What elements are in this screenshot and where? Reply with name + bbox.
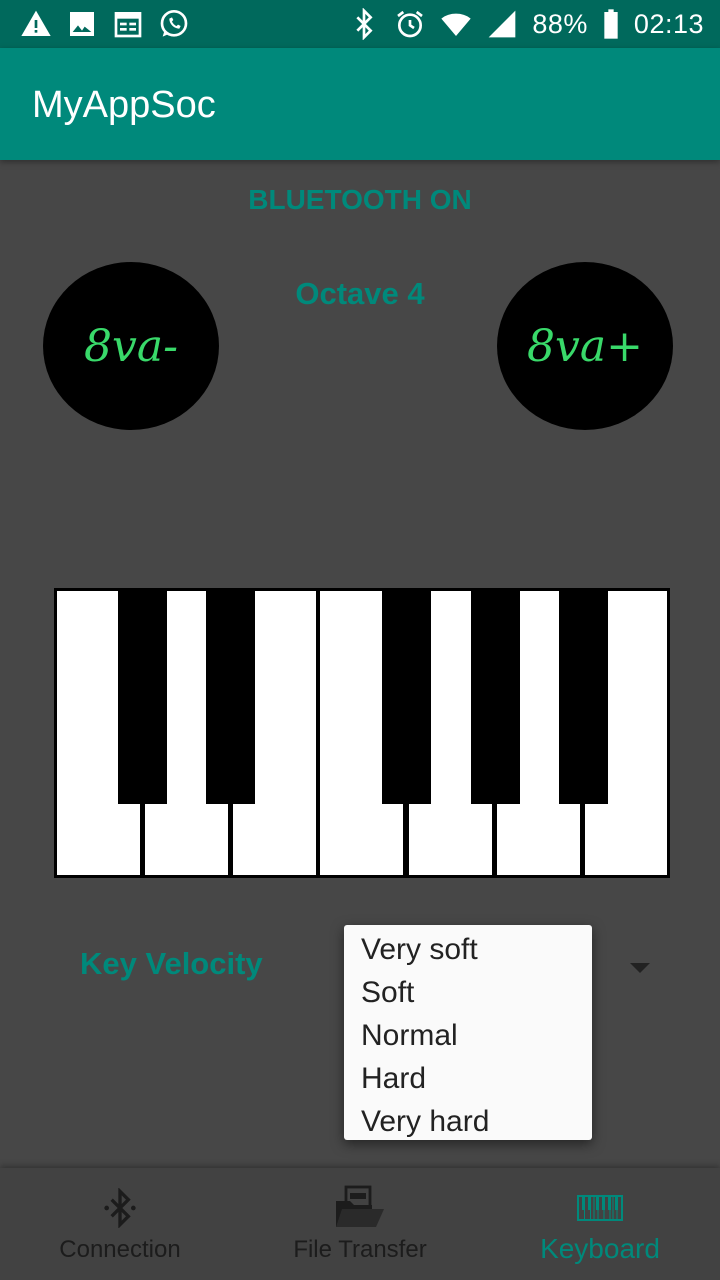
nav-label-file-transfer: File Transfer — [293, 1236, 427, 1263]
notification-icons — [20, 8, 190, 40]
black-key-d-sharp[interactable] — [206, 588, 255, 804]
black-key-c-sharp[interactable] — [118, 588, 167, 804]
battery-percent: 88% — [532, 8, 588, 39]
black-key-g-sharp[interactable] — [471, 588, 520, 804]
dropdown-option-very-soft[interactable]: Very soft — [344, 928, 592, 971]
piano-keyboard — [54, 588, 670, 878]
velocity-dropdown: Very soft Soft Normal Hard Very hard — [344, 925, 592, 1140]
dropdown-option-soft[interactable]: Soft — [344, 971, 592, 1014]
warning-icon — [21, 10, 51, 36]
dropdown-arrow-icon[interactable] — [630, 963, 650, 973]
image-icon — [70, 12, 94, 36]
dropdown-option-normal[interactable]: Normal — [344, 1014, 592, 1057]
system-icons: 88% 02:13 — [348, 0, 704, 48]
octave-down-label: 8va- — [84, 320, 178, 372]
nav-label-keyboard: Keyboard — [540, 1233, 660, 1264]
black-key-f-sharp[interactable] — [382, 588, 431, 804]
black-key-a-sharp[interactable] — [559, 588, 608, 804]
bluetooth-icon — [0, 1184, 240, 1232]
midi-folder-icon — [240, 1184, 480, 1232]
dropdown-option-very-hard[interactable]: Very hard — [344, 1100, 592, 1143]
bottom-navigation: Connection File Transfer Keyboard — [0, 1168, 720, 1280]
key-velocity-label: Key Velocity — [80, 946, 263, 981]
app-bar: MyAppSoc — [0, 48, 720, 160]
battery-icon — [604, 9, 618, 39]
octave-down-button[interactable]: 8va- — [43, 262, 219, 430]
signal-icon — [489, 10, 516, 38]
nav-label-connection: Connection — [59, 1236, 181, 1263]
clock: 02:13 — [633, 8, 704, 39]
app-title: MyAppSoc — [32, 84, 216, 126]
piano-icon — [480, 1184, 720, 1232]
octave-up-button[interactable]: 8va+ — [497, 262, 673, 430]
status-bar: 88% 02:13 — [0, 0, 720, 48]
whatsapp-icon — [160, 9, 188, 37]
nav-item-file-transfer[interactable]: File Transfer — [240, 1168, 480, 1280]
octave-up-label: 8va+ — [527, 320, 643, 372]
alarm-icon — [397, 10, 424, 38]
nav-item-connection[interactable]: Connection — [0, 1168, 240, 1280]
dropdown-option-hard[interactable]: Hard — [344, 1057, 592, 1100]
nav-item-keyboard[interactable]: Keyboard — [480, 1168, 720, 1280]
bluetooth-icon — [356, 8, 373, 40]
wifi-icon — [441, 13, 472, 36]
bluetooth-status: BLUETOOTH ON — [248, 184, 472, 215]
calendar-icon — [114, 11, 142, 38]
